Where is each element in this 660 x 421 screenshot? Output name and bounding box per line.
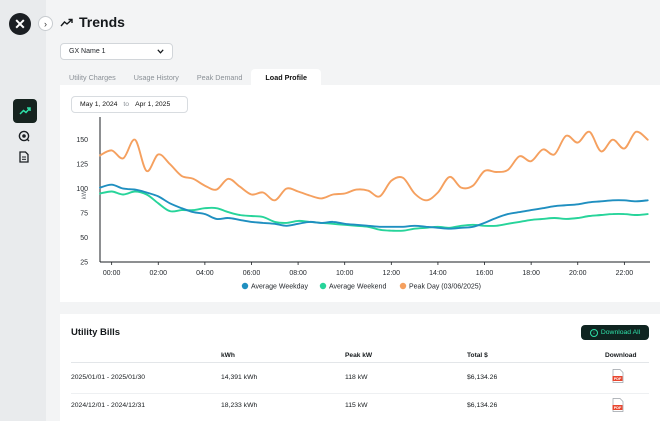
bill-kwh: 18,233 kWh [221,402,258,409]
sidebar-collapse-button[interactable]: › [38,16,53,31]
tab-usage-history[interactable]: Usage History [125,69,188,85]
x-tick-label: 02:00 [149,270,167,277]
x-tick-label: 08:00 [289,270,307,277]
pdf-download-icon[interactable]: PDF [612,369,624,383]
x-tick-label: 04:00 [196,270,214,277]
page-header: Trends [60,14,125,30]
y-tick-label: 125 [76,162,88,169]
bill-peak-kw: 118 kW [345,374,368,381]
bill-kwh: 14,391 kWh [221,374,258,381]
series-line-0 [99,183,649,230]
column-header-total: Total $ [467,352,488,359]
sidebar: ✕ [0,0,46,421]
sidebar-item-reports[interactable] [12,145,36,169]
bills-title: Utility Bills [71,327,121,338]
document-icon [19,151,29,163]
legend-label: Average Weekend [329,284,386,291]
tab-utility-charges[interactable]: Utility Charges [60,69,125,85]
legend-label: Peak Day (03/06/2025) [409,284,481,291]
download-all-label: Download All [600,329,641,336]
legend-marker [319,282,327,290]
x-tick-label: 14:00 [429,270,447,277]
column-header-download: Download [605,352,637,359]
page-title: Trends [79,14,125,30]
download-all-button[interactable]: ↓ Download All [581,325,649,340]
x-tick-label: 10:00 [336,270,354,277]
tab-peak-demand[interactable]: Peak Demand [188,69,252,85]
tab-bar: Utility Charges Usage History Peak Deman… [60,69,321,85]
utility-bills-card: Utility Bills ↓ Download All kWh Peak kW… [60,314,660,421]
y-tick-label: 75 [80,211,88,218]
x-tick-label: 16:00 [476,270,494,277]
trend-arrow-icon [60,18,73,26]
app-logo: ✕ [9,13,31,35]
sidebar-item-trends[interactable] [13,99,37,123]
load-profile-card: May 1, 2024 to Apr 1, 2025 25 50 75 100 125 1… [60,85,660,302]
pdf-label: PDF [614,406,622,410]
table-divider [71,362,649,363]
chevron-down-icon [157,49,164,54]
bill-period: 2025/01/01 - 2025/01/30 [71,374,146,381]
legend-marker [241,282,249,290]
row-divider [71,393,649,394]
legend-marker [399,282,407,290]
bill-period: 2024/12/01 - 2024/12/31 [71,402,146,409]
y-axis-label: kW [82,190,88,199]
pdf-label: PDF [614,377,622,381]
gx-select-value: GX Name 1 [69,48,106,55]
column-header-kwh: kWh [221,352,235,359]
x-tick-label: 20:00 [569,270,587,277]
table-row: 2024/12/01 - 2024/12/31 18,233 kWh 115 k… [60,402,660,416]
y-tick-label: 150 [76,137,88,144]
y-tick-label: 25 [80,260,88,267]
table-row: 2025/01/01 - 2025/01/30 14,391 kWh 118 k… [60,374,660,388]
pdf-download-icon[interactable]: PDF [612,398,624,412]
plug-gear-icon [18,130,30,142]
trend-arrow-icon [19,107,31,115]
series-line-2 [99,130,649,202]
series-line-1 [99,190,649,232]
x-tick-label: 00:00 [103,270,121,277]
x-tick-label: 06:00 [243,270,261,277]
tab-load-profile[interactable]: Load Profile [251,69,321,85]
bill-total: $6,134.26 [467,374,498,381]
bill-peak-kw: 115 kW [345,402,368,409]
column-header-peak-kw: Peak kW [345,352,373,359]
load-profile-chart: 255075100125150kW00:00 02:00 04:00 06:00 08:… [76,117,650,291]
gx-select[interactable]: GX Name 1 [60,43,173,60]
y-tick-label: 50 [80,235,88,242]
x-tick-label: 22:00 [616,270,634,277]
x-tick-label: 12:00 [383,270,401,277]
bill-total: $6,134.26 [467,402,498,409]
download-icon: ↓ [589,328,598,337]
x-tick-label: 18:00 [522,270,540,277]
legend-label: Average Weekday [251,284,308,291]
